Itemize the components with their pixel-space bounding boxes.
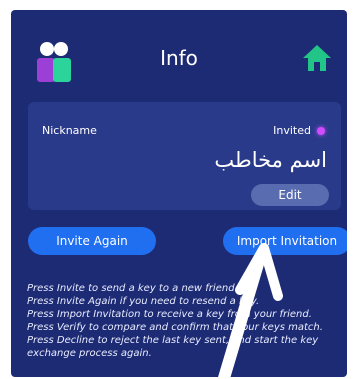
help-line: Press Decline to reject the last key sen… [27,335,319,359]
status-text: Invited [273,124,311,137]
help-line: Press Invite Again if you need to resend… [27,296,260,307]
edit-button[interactable]: Edit [251,184,329,206]
contact-card: Nickname Invited اسم مخاطب Edit [28,102,341,210]
status-dot-icon [317,126,325,135]
import-invitation-button[interactable]: Import Invitation [223,227,347,255]
header: Info [11,10,347,100]
help-line: Press Import Invitation to receive a key… [27,309,312,320]
page-title: Info [160,46,198,70]
nickname-label: Nickname [42,124,97,137]
help-line: Press Invite to send a key to a new frie… [27,283,238,294]
invite-again-button[interactable]: Invite Again [28,227,156,255]
help-line: Press Verify to compare and confirm that… [27,322,323,333]
info-screen: Info Nickname Invited اسم مخاطب Edit Inv… [11,10,347,377]
status-indicator: Invited [273,124,325,137]
home-icon[interactable] [301,43,333,73]
help-text: Press Invite to send a key to a new frie… [27,282,345,360]
contact-name: اسم مخاطب [214,148,327,172]
